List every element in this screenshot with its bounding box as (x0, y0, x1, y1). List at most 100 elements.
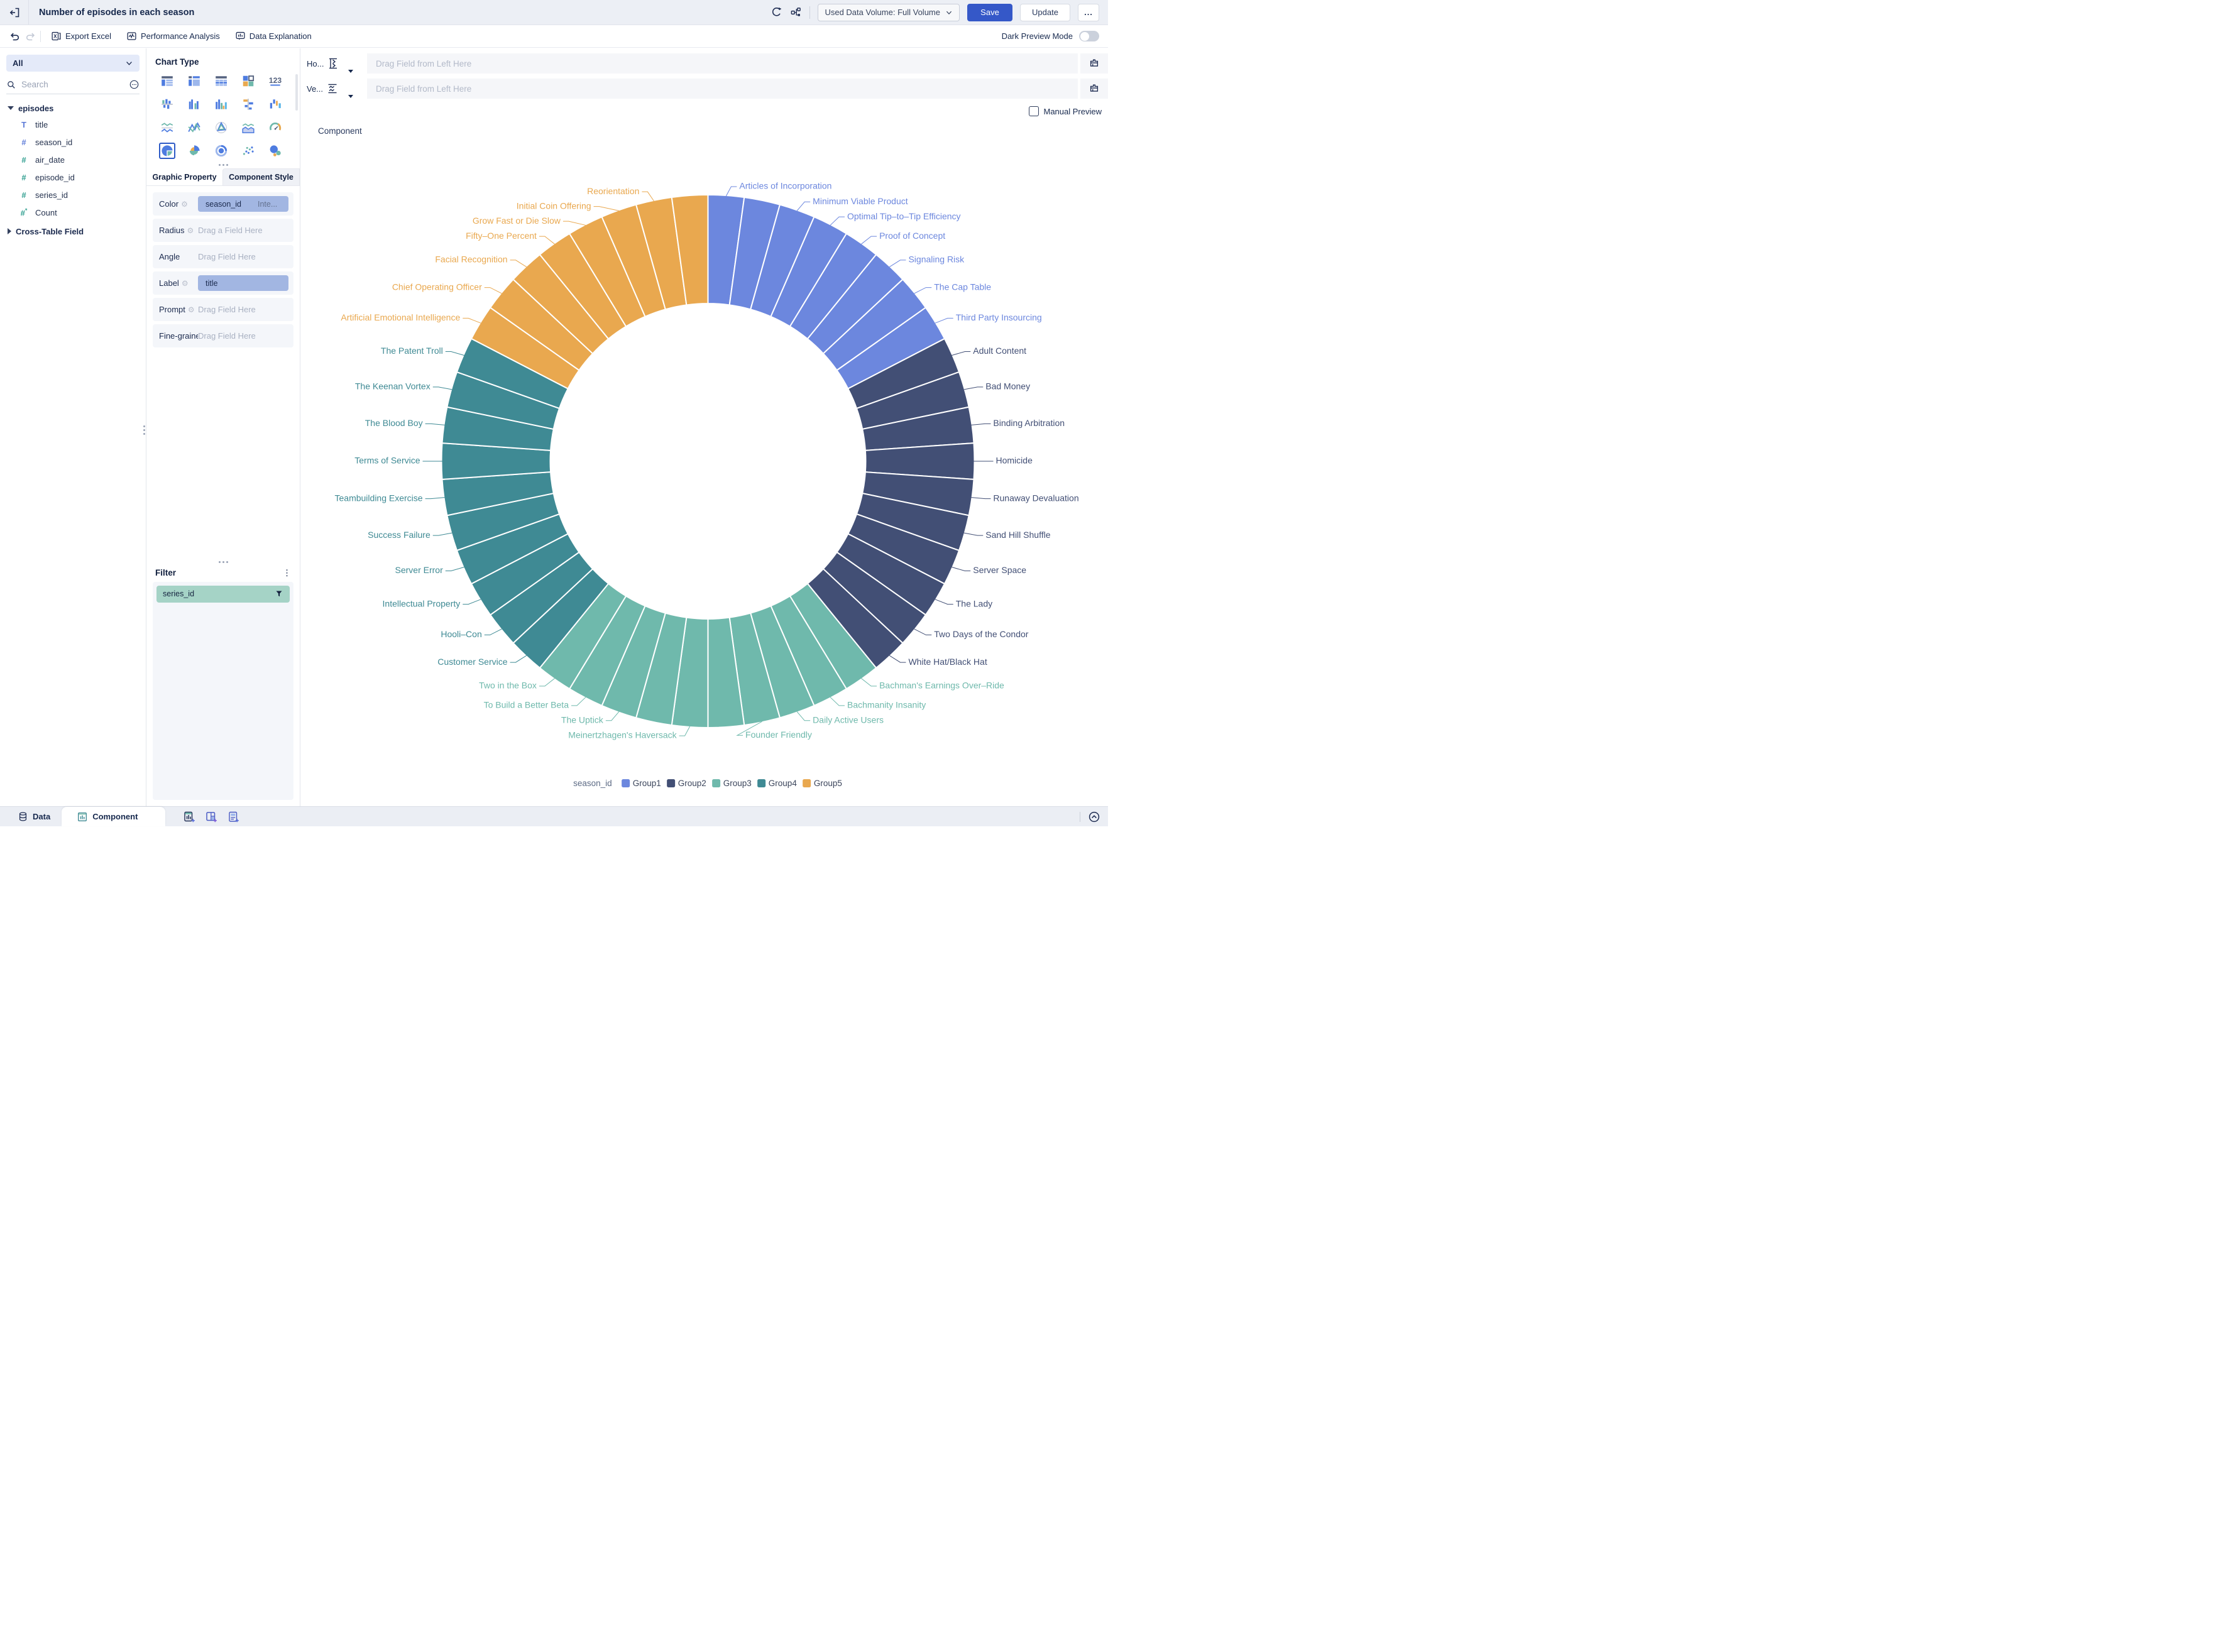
slice-label: Chief Operating Officer (392, 282, 482, 292)
refresh-icon[interactable] (771, 6, 782, 18)
field-chip-season_id[interactable]: season_idInte... (198, 196, 288, 212)
slice-label: Server Error (395, 565, 444, 575)
field-chip-title[interactable]: title (198, 275, 288, 291)
chart-type-quadrant-icon[interactable] (240, 73, 256, 89)
property-row-prompt[interactable]: Prompt ⚙Drag Field Here (153, 298, 293, 321)
scrollbar[interactable] (295, 74, 298, 111)
chart-type-scatter-icon[interactable] (240, 143, 256, 159)
property-row-color[interactable]: Color ⚙season_idInte... (153, 192, 293, 216)
dark-preview-label: Dark Preview Mode (1002, 31, 1073, 41)
dark-preview-toggle[interactable] (1079, 31, 1099, 41)
exit-button[interactable] (0, 0, 29, 25)
field-item-season_id[interactable]: #season_id (8, 133, 146, 151)
gear-icon[interactable]: ⚙ (182, 279, 189, 288)
cross-table-node[interactable]: Cross-Table Field (8, 224, 146, 239)
chart-type-column-icon[interactable] (213, 96, 229, 112)
redo-button[interactable] (25, 31, 36, 42)
export-excel-button[interactable]: X Export Excel (51, 31, 111, 41)
field-item-episode_id[interactable]: #episode_id (8, 168, 146, 186)
slice-label: The Uptick (561, 714, 604, 725)
chart-type-radar-icon[interactable] (213, 119, 229, 136)
performance-analysis-button[interactable]: Performance Analysis (126, 31, 220, 41)
data-volume-select[interactable]: Used Data Volume: Full Volume (818, 4, 960, 21)
property-row-fine-grained[interactable]: Fine-grainedDrag Field Here (153, 324, 293, 347)
slice-label: Articles of Incorporation (739, 181, 831, 191)
slice-label: The Blood Boy (365, 418, 423, 428)
chart-config-panel: Chart Type 123 Graphic Property Componen… (146, 48, 300, 806)
chart-type-donut-ring-icon[interactable] (213, 143, 229, 159)
donut-chart[interactable]: Articles of IncorporationMinimum Viable … (300, 48, 1108, 771)
add-list-icon[interactable] (227, 811, 239, 823)
circle-more-icon[interactable] (129, 79, 140, 90)
legend-item-Group4[interactable]: Group4 (757, 779, 797, 788)
property-row-label[interactable]: Label ⚙title (153, 271, 293, 295)
gear-icon[interactable]: ⚙ (188, 305, 195, 314)
add-layout-icon[interactable] (205, 811, 217, 823)
flow-icon[interactable] (790, 6, 802, 18)
chart-type-area-icon[interactable] (240, 119, 256, 136)
section-drag-handle[interactable] (146, 161, 300, 167)
chart-type-pie-icon[interactable] (159, 143, 175, 159)
dataset-node[interactable]: episodes (8, 101, 146, 116)
slice-label: Proof of Concept (879, 231, 945, 241)
slice-label: The Keenan Vortex (355, 381, 431, 391)
tab-data[interactable]: Data (0, 807, 62, 826)
chart-type-table-detail-icon[interactable] (159, 73, 175, 89)
legend-swatch (803, 779, 811, 787)
label-leader-line (485, 629, 502, 635)
chart-type-indicator-card-icon[interactable]: 123 (267, 73, 283, 89)
legend-item-Group1[interactable]: Group1 (622, 779, 661, 788)
field-item-title[interactable]: Ttitle (8, 116, 146, 133)
scope-select[interactable]: All (6, 55, 140, 72)
update-button[interactable]: Update (1020, 4, 1070, 21)
chart-type-gauge-icon[interactable] (267, 119, 283, 136)
field-label: title (35, 120, 48, 129)
chart-type-horizontal-bar-icon[interactable] (240, 96, 256, 112)
field-item-series_id[interactable]: #series_id (8, 186, 146, 204)
undo-button[interactable] (9, 31, 20, 42)
label-leader-line (830, 217, 845, 225)
tab-graphic-property[interactable]: Graphic Property (146, 168, 222, 185)
field-item-air_date[interactable]: #air_date (8, 151, 146, 168)
chart-type-range-bar-icon[interactable] (267, 96, 283, 112)
legend-item-Group2[interactable]: Group2 (667, 779, 706, 788)
section-drag-handle[interactable] (146, 559, 300, 564)
gear-icon[interactable]: ⚙ (187, 226, 194, 235)
add-chart-icon[interactable] (183, 811, 195, 823)
slice-label: Sand Hill Shuffle (985, 530, 1050, 540)
chart-type-grouped-bar-icon[interactable] (186, 96, 202, 112)
slice-label: Facial Recognition (435, 254, 507, 265)
hash-field-icon: # (19, 190, 29, 200)
property-label: Prompt ⚙ (159, 305, 198, 314)
chart-type-table-info-icon[interactable] (186, 73, 202, 89)
chart-type-rose-pie-icon[interactable] (186, 143, 202, 159)
slice-label: Adult Content (973, 346, 1026, 356)
save-button[interactable]: Save (967, 4, 1012, 21)
legend-label: Group1 (633, 779, 661, 788)
property-row-radius[interactable]: Radius ⚙Drag a Field Here (153, 219, 293, 242)
label-leader-line (642, 192, 654, 201)
kebab-menu-icon[interactable]: ⋮ (283, 568, 291, 578)
chart-type-line-icon[interactable] (186, 119, 202, 136)
chart-type-table-normal-icon[interactable] (213, 73, 229, 89)
bottom-tab-bar: Data Component (0, 806, 1108, 826)
legend-item-Group5[interactable]: Group5 (803, 779, 842, 788)
legend-item-Group3[interactable]: Group3 (712, 779, 752, 788)
tab-component-style[interactable]: Component Style (222, 168, 300, 185)
slice-label: Binding Arbitration (993, 418, 1065, 428)
chart-type-bubble-icon[interactable] (267, 143, 283, 159)
label-leader-line (539, 236, 555, 244)
chart-type-bidirectional-bar-icon[interactable] (159, 96, 175, 112)
more-options-button[interactable]: ... (1078, 4, 1099, 21)
field-item-Count[interactable]: #*Count (8, 204, 146, 221)
collapse-panel-icon[interactable] (1088, 811, 1100, 823)
property-row-angle[interactable]: AngleDrag Field Here (153, 245, 293, 268)
filter-chip[interactable]: series_id (156, 586, 290, 603)
data-explanation-button[interactable]: Data Explanation (235, 31, 312, 41)
search-input[interactable] (21, 80, 124, 89)
tab-component[interactable]: Component (62, 807, 165, 826)
label-leader-line (606, 712, 619, 721)
chart-type-dual-line-icon[interactable] (159, 119, 175, 136)
pulse-chart-icon (126, 31, 137, 41)
gear-icon[interactable]: ⚙ (181, 200, 188, 209)
